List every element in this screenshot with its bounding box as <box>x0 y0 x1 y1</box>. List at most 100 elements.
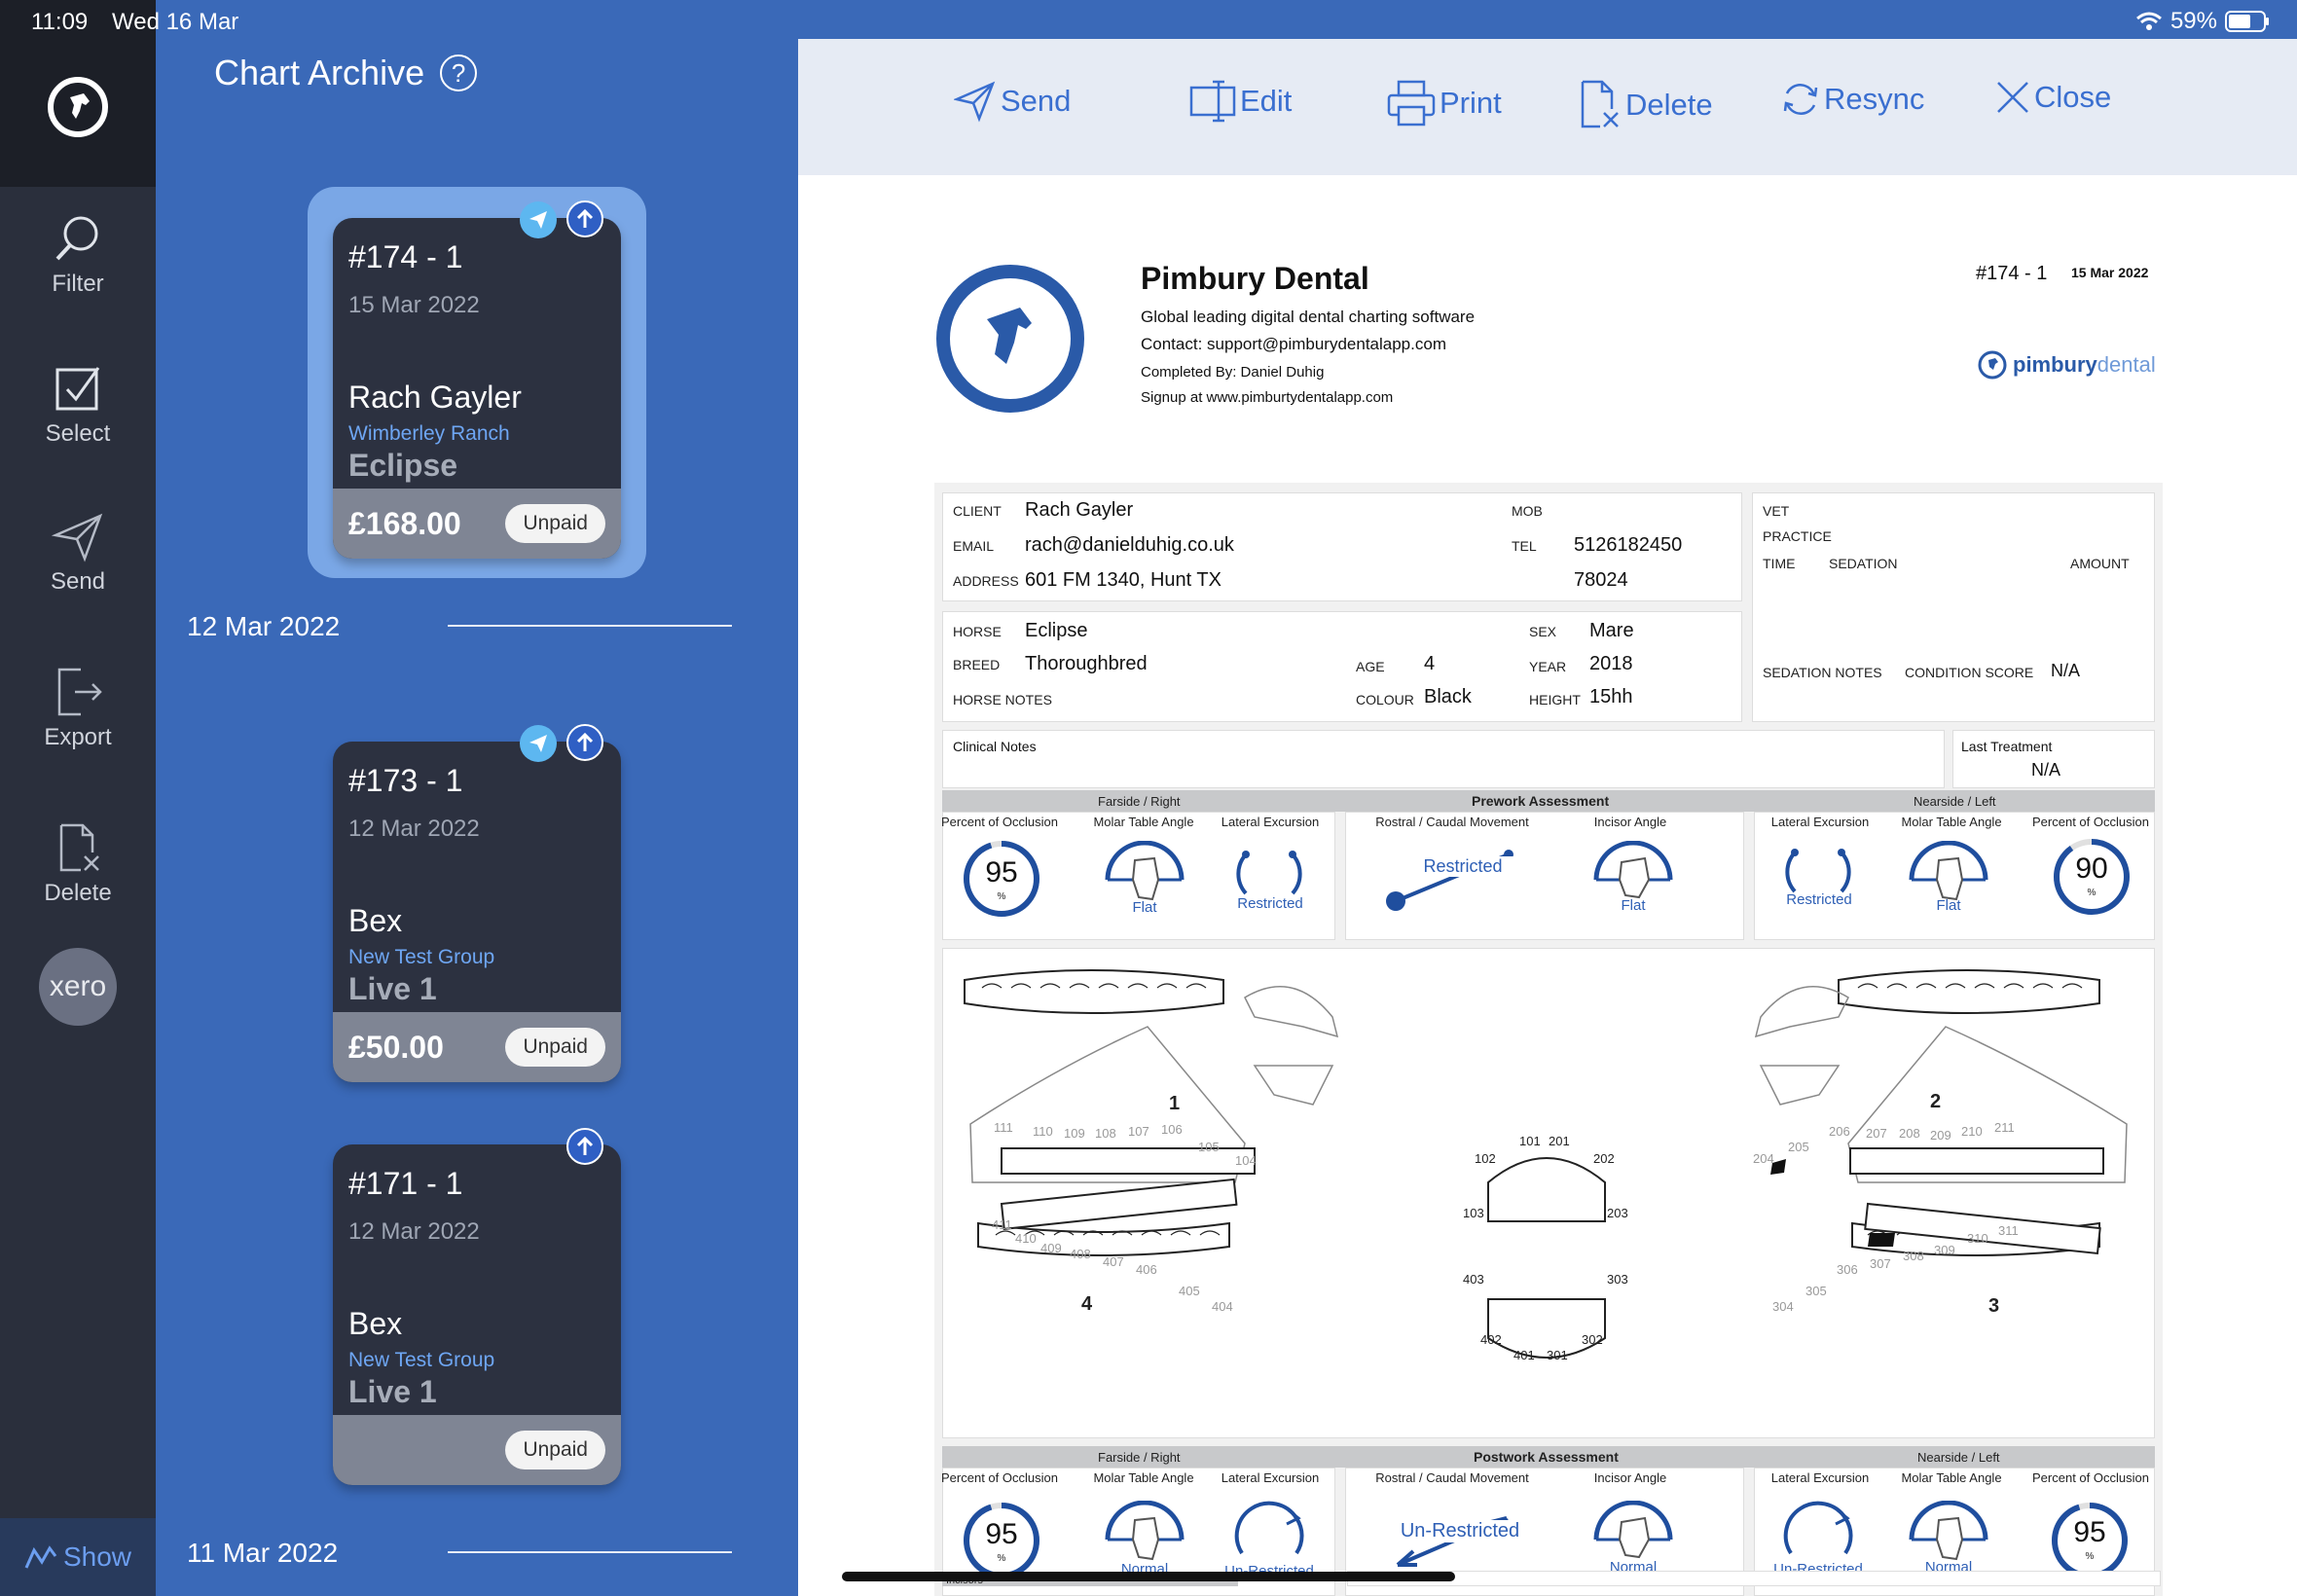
tooth-number[interactable]: 304 <box>1772 1299 1794 1314</box>
tooth-number[interactable]: 109 <box>1064 1126 1085 1141</box>
tooth-number[interactable]: 305 <box>1805 1284 1827 1298</box>
tooth-number[interactable]: 408 <box>1070 1247 1091 1261</box>
send-button[interactable]: Send <box>954 80 1071 123</box>
tel-label: TEL <box>1512 538 1537 554</box>
status-badge[interactable]: Unpaid <box>505 1028 605 1067</box>
prework-occlusion-right: 90 <box>2075 852 2108 885</box>
chart-card[interactable]: #174 - 1 15 Mar 2022 Rach Gayler Wimberl… <box>333 218 621 559</box>
tooth-number[interactable]: 104 <box>1235 1153 1257 1168</box>
tooth-number[interactable]: 208 <box>1899 1126 1920 1141</box>
edit-button[interactable]: Edit <box>1189 80 1292 123</box>
tooth-number[interactable]: 202 <box>1593 1151 1615 1166</box>
horse-name: Eclipse <box>1025 620 1088 641</box>
nav-delete[interactable]: Delete <box>0 821 156 907</box>
tooth-number[interactable]: 406 <box>1136 1262 1157 1277</box>
sedation-notes-label: SEDATION NOTES <box>1763 665 1882 680</box>
tooth-number[interactable]: 405 <box>1179 1284 1200 1298</box>
chart-card[interactable]: #171 - 1 12 Mar 2022 Bex New Test Group … <box>333 1144 621 1485</box>
tooth-number[interactable]: 205 <box>1788 1140 1809 1154</box>
tooth-number[interactable]: 310 <box>1967 1231 1988 1246</box>
home-indicator[interactable] <box>842 1572 1455 1581</box>
tooth-number[interactable]: 206 <box>1829 1124 1850 1139</box>
tooth-number[interactable]: 306 <box>1837 1262 1858 1277</box>
tooth-number[interactable]: 106 <box>1161 1122 1183 1137</box>
tooth-number[interactable]: 402 <box>1480 1332 1502 1347</box>
chart-card[interactable]: #173 - 1 12 Mar 2022 Bex New Test Group … <box>333 742 621 1082</box>
tooth-number[interactable]: 404 <box>1212 1299 1233 1314</box>
tooth-number[interactable]: 102 <box>1475 1151 1496 1166</box>
tooth-number[interactable]: 108 <box>1095 1126 1116 1141</box>
condition-score: N/A <box>2051 661 2081 680</box>
nav-select-label: Select <box>45 420 111 447</box>
tooth-number[interactable]: 210 <box>1961 1124 1983 1139</box>
tooth-number[interactable]: 411 <box>992 1217 1012 1232</box>
tooth-number[interactable]: 201 <box>1549 1134 1570 1148</box>
nav-send[interactable]: Send <box>0 510 156 596</box>
status-time: 11:09 <box>31 9 89 35</box>
card-horse: Live 1 <box>348 971 437 1006</box>
tooth-number[interactable]: 303 <box>1607 1272 1628 1287</box>
tooth-number[interactable]: 301 <box>1547 1348 1568 1362</box>
prework-band: Farside / Right Prework Assessment Nears… <box>942 790 2155 812</box>
checkbox-icon <box>0 362 156 415</box>
tooth-number[interactable]: 401 <box>1513 1348 1535 1362</box>
show-button[interactable]: Show <box>0 1518 156 1596</box>
delete-button[interactable]: Delete <box>1577 80 1713 130</box>
tooth-number[interactable]: 107 <box>1128 1124 1149 1139</box>
card-horse: Live 1 <box>348 1374 437 1409</box>
tooth-number[interactable]: 311 <box>1998 1223 2019 1238</box>
prework-lateral-right: Restricted <box>1786 891 1852 908</box>
tooth-number[interactable]: 207 <box>1866 1126 1887 1141</box>
percent-sign: % <box>2085 1551 2095 1562</box>
tooth-number[interactable]: 211 <box>1994 1120 2015 1135</box>
help-icon[interactable]: ? <box>440 54 478 91</box>
client-address: 601 FM 1340, Hunt TX <box>1025 569 1221 591</box>
tooth-number[interactable]: 203 <box>1607 1206 1628 1220</box>
tooth-number[interactable]: 101 <box>1519 1134 1541 1148</box>
status-badge[interactable]: Unpaid <box>505 504 605 543</box>
card-date: 12 Mar 2022 <box>348 816 480 842</box>
page-title: Chart Archive ? <box>214 53 478 93</box>
resync-icon <box>1781 80 1820 119</box>
resync-button[interactable]: Resync <box>1781 80 1924 119</box>
tooth-number[interactable]: 209 <box>1930 1128 1951 1143</box>
status-badge[interactable]: Unpaid <box>505 1431 605 1469</box>
tooth-number[interactable]: 403 <box>1463 1272 1484 1287</box>
tooth-number[interactable]: 307 <box>1870 1256 1891 1271</box>
tooth-number[interactable]: 409 <box>1040 1241 1062 1255</box>
xero-button[interactable]: xero <box>39 948 117 1026</box>
tooth-number[interactable]: 105 <box>1198 1140 1220 1154</box>
print-button[interactable]: Print <box>1387 80 1502 127</box>
client-zip: 78024 <box>1574 569 1628 591</box>
status-indicators: 59% <box>2135 8 2270 35</box>
nav-filter[interactable]: Filter <box>0 212 156 298</box>
tooth-number[interactable]: 410 <box>1015 1231 1037 1246</box>
last-treatment-value: N/A <box>2031 760 2061 780</box>
synced-arrow-up-icon <box>566 1128 603 1165</box>
nav-export[interactable]: Export <box>0 666 156 751</box>
tooth-number[interactable]: 103 <box>1463 1206 1484 1220</box>
status-date: Wed 16 Mar <box>112 9 239 35</box>
card-date: 12 Mar 2022 <box>348 1218 480 1245</box>
last-treatment: Last Treatment N/A <box>1952 730 2155 788</box>
tooth-number[interactable]: 302 <box>1582 1332 1603 1347</box>
prework-col-label: Percent of Occlusion <box>941 815 1058 829</box>
tooth-number[interactable]: 309 <box>1934 1243 1955 1257</box>
nav-select[interactable]: Select <box>0 362 156 448</box>
status-bar: 11:09 Wed 16 Mar 59% <box>0 0 2297 39</box>
tooth-number[interactable]: 204 <box>1753 1151 1774 1166</box>
tooth-number[interactable]: 110 <box>1033 1124 1053 1139</box>
percent-sign: % <box>2087 888 2096 898</box>
tooth-number[interactable]: 407 <box>1103 1254 1124 1269</box>
lateral-excursion-icon <box>1228 1499 1310 1567</box>
tooth-number[interactable]: 111 <box>994 1120 1013 1135</box>
date-separator: 11 Mar 2022 <box>187 1538 339 1568</box>
card-number: #174 - 1 <box>348 239 463 274</box>
postwork-col-label: Molar Table Angle <box>1901 1470 2002 1485</box>
percent-sign: % <box>997 1553 1006 1564</box>
close-button[interactable]: Close <box>1995 80 2111 115</box>
edit-icon <box>1189 80 1236 123</box>
clinical-notes: Clinical Notes <box>942 730 1945 788</box>
tooth-number[interactable]: 308 <box>1903 1249 1924 1263</box>
card-footer: Unpaid <box>333 1415 621 1485</box>
